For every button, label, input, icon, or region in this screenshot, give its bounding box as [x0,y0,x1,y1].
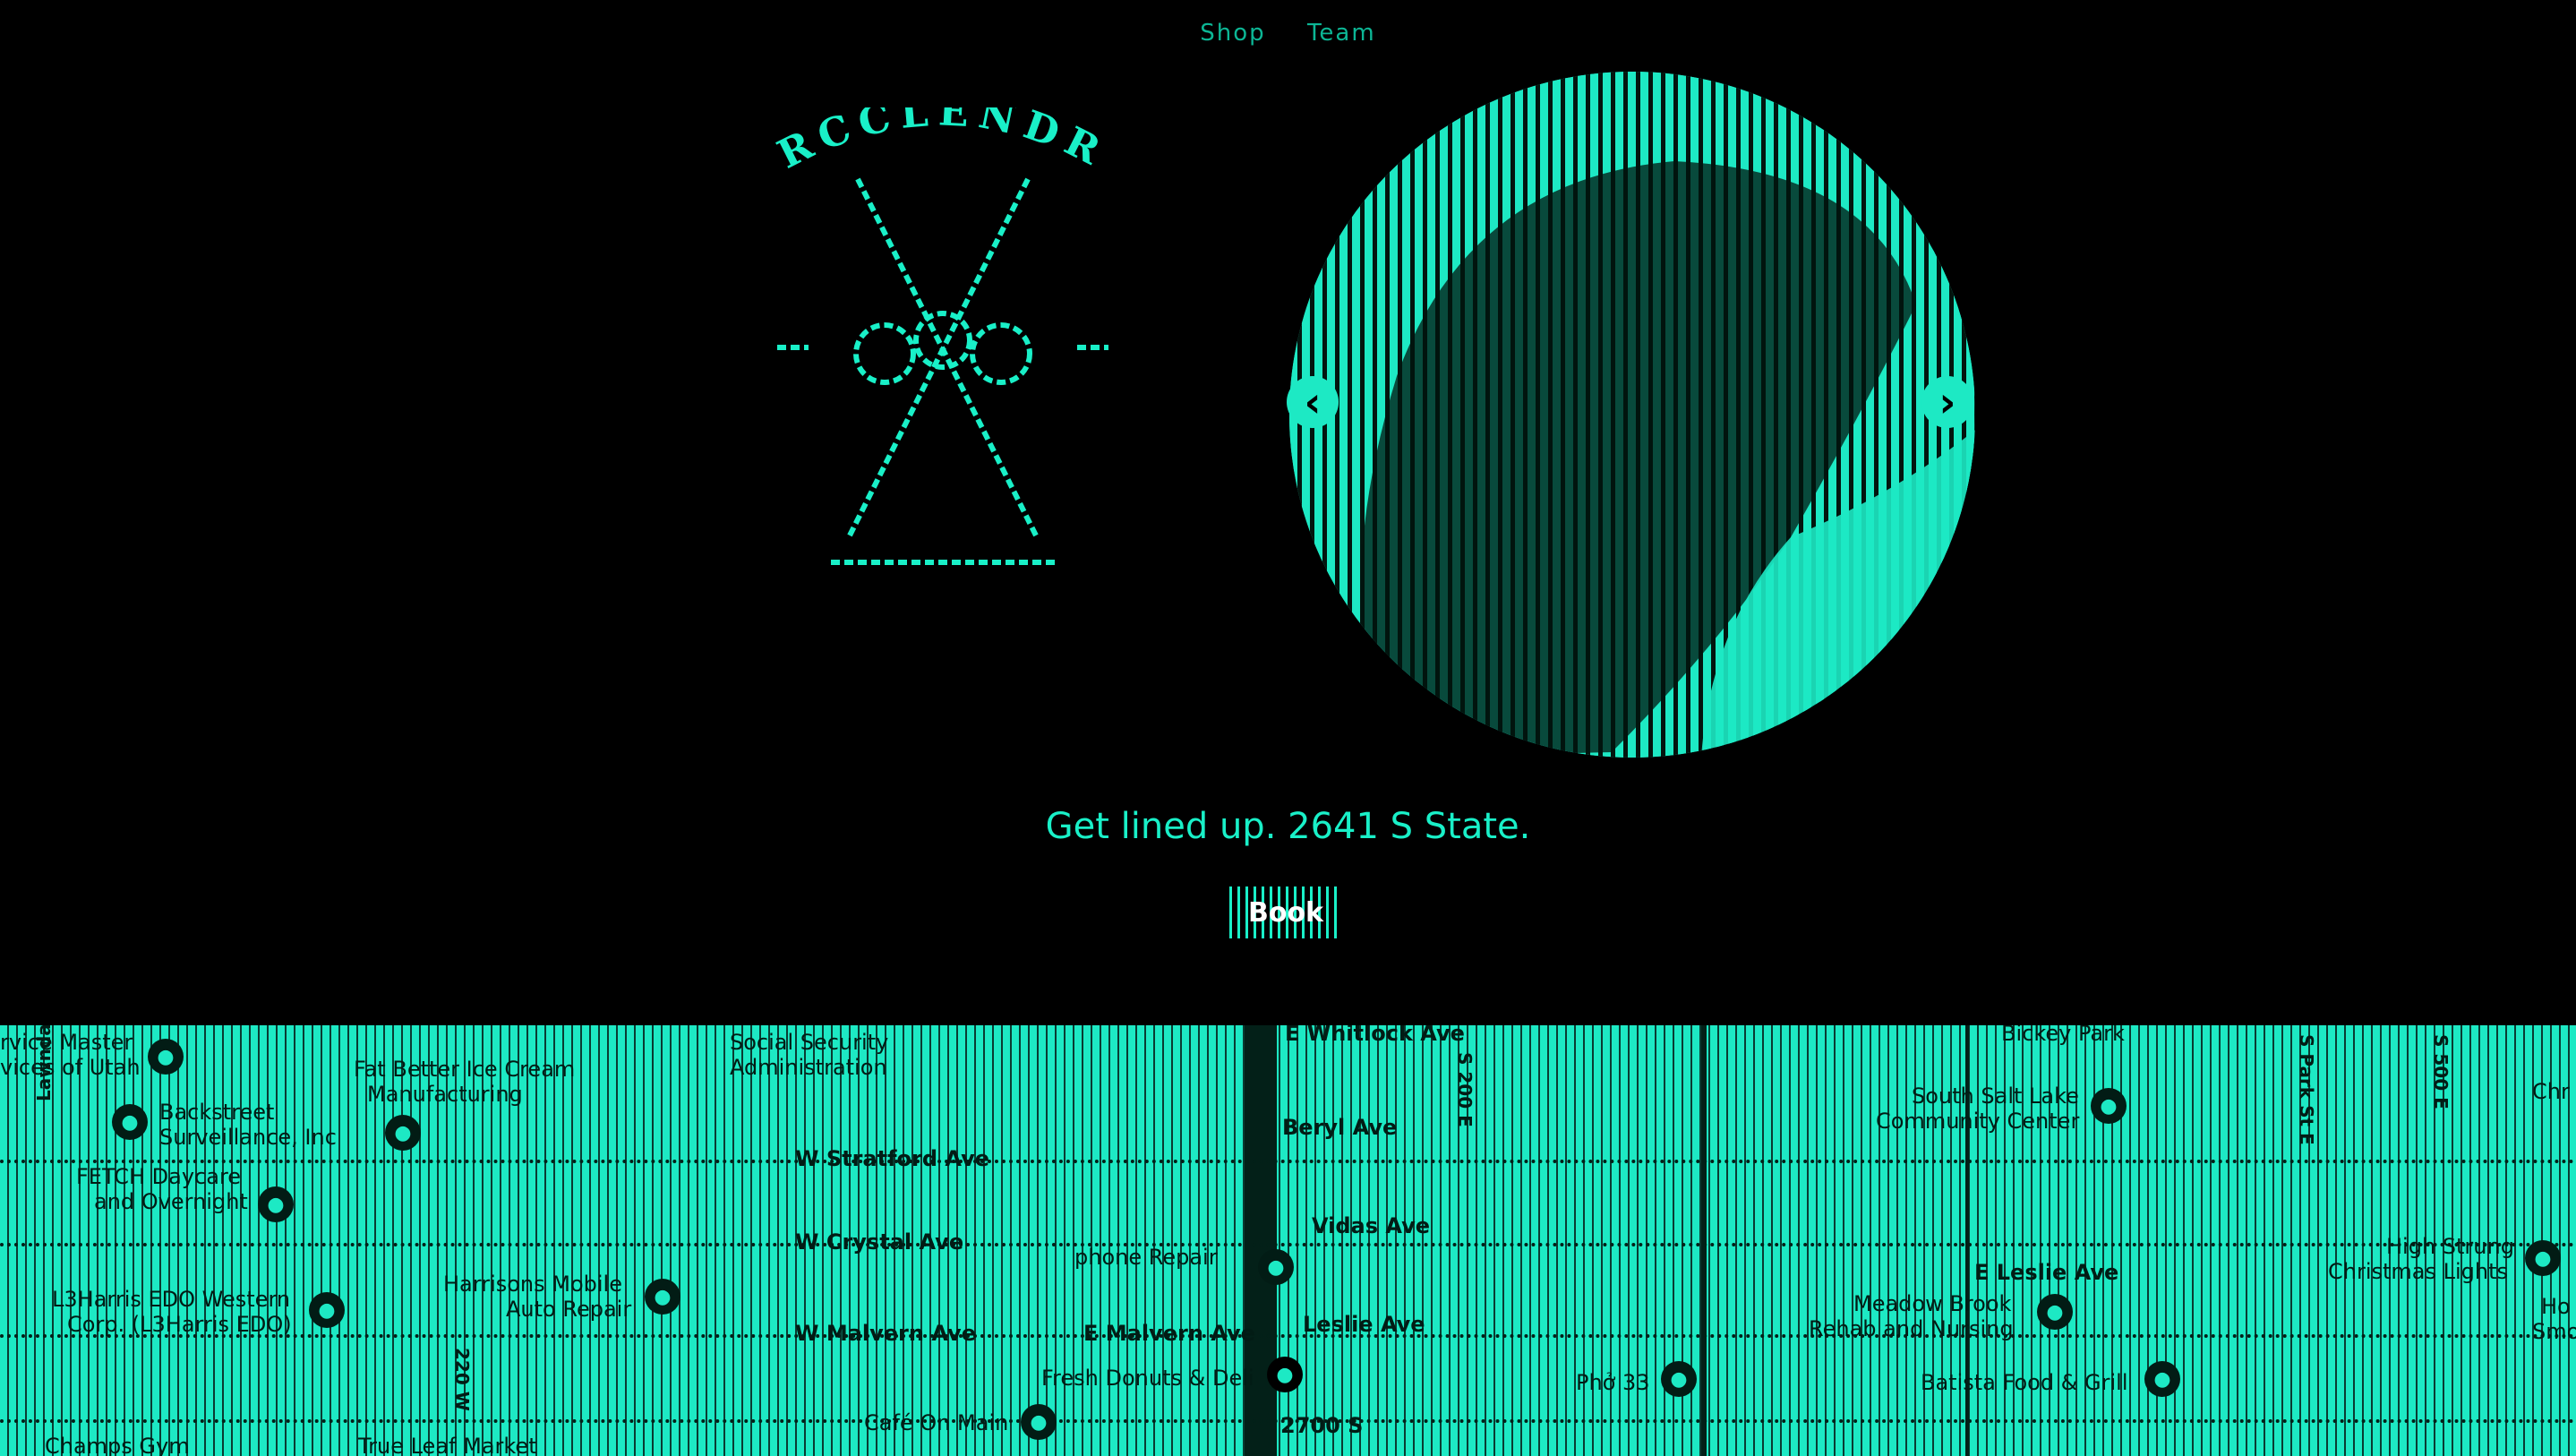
book-button[interactable]: Book [1229,886,1342,938]
map-label: rvice Master [0,1030,133,1055]
map-label: and Overnight [94,1189,248,1214]
street-label: E Whitlock Ave [1285,1025,1465,1046]
map-pin-icon[interactable]: ● [385,1115,421,1151]
map-pin-icon[interactable]: ● [2037,1294,2073,1330]
map-label: Christmas Lights [2328,1259,2509,1284]
map-label: Manufacturing [367,1082,523,1107]
map-pin-icon[interactable]: ● [258,1186,294,1222]
map-label: Chr [2532,1079,2570,1104]
map-pin-icon[interactable]: ● [2091,1088,2127,1124]
map-label: High Strung [2386,1234,2514,1259]
map-label: Phở 33 [1576,1370,1650,1395]
street-label: Lawndale Dr [33,1025,55,1101]
map-label: Ho [2541,1294,2571,1319]
street-label: Leslie Ave [1303,1312,1425,1337]
street-label: W Crystal Ave [795,1229,964,1255]
map-label: FETCH Daycare [76,1164,242,1189]
street-label: Vidas Ave [1312,1213,1431,1238]
map-label: Rehab and Nursing [1809,1316,2014,1341]
map-pin-icon[interactable]: ● [645,1279,680,1315]
map-pin-icon[interactable]: ● [112,1104,148,1140]
map-label: vices of Utah [0,1055,141,1080]
map-label: Fresh Donuts & Deli [1041,1366,1254,1391]
map-label: Social Security [730,1030,889,1055]
nav-link-shop[interactable]: Shop [1200,20,1265,47]
street-label: 2700 S [1280,1413,1364,1438]
map-label: Corp. (L3Harris EDO) [67,1312,292,1337]
map-pin-icon[interactable]: ● [309,1292,345,1328]
logo-text: RCCLENDR [771,107,1107,178]
street-label: E Malvern Ave [1083,1321,1255,1346]
map-pin-icon[interactable]: ● [2525,1240,2561,1276]
carousel-prev-button[interactable]: ‹ [1287,376,1339,428]
photo-carousel[interactable] [1289,72,1975,758]
top-nav: Shop Team [0,20,2576,47]
map-label: South Salt Lake [1912,1083,2079,1109]
map-label: Bickey Park [2001,1025,2125,1046]
state-street [1245,1025,1277,1456]
nav-link-team[interactable]: Team [1307,20,1376,47]
map-label: Meadow Brook [1853,1291,2012,1316]
street-label: E Leslie Ave [1974,1260,2119,1285]
street-label: S 200 E [1454,1052,1476,1127]
map-pin-icon[interactable]: ● [2144,1361,2180,1397]
map-label: Harrisons Mobile [443,1272,622,1297]
street-label: W Malvern Ave [795,1321,976,1346]
carousel-next-button[interactable]: › [1921,376,1973,428]
barbershop-logo: RCCLENDR [771,107,1116,565]
map-label: phone Repair [1074,1245,1218,1270]
map-label: Surveillance, Inc [159,1125,337,1150]
map-label: Auto Repair [506,1297,632,1322]
map-pin-icon[interactable]: ● [1258,1249,1294,1285]
map-pin-icon[interactable]: ● [1021,1404,1057,1440]
street-label: S Park St E [2296,1034,2317,1145]
map-label: Smo [2532,1319,2576,1344]
photo-silhouette [1361,161,1975,758]
tagline: Get lined up. 2641 S State. [1045,806,1531,847]
map-label: Champs Gym [45,1434,190,1456]
street-label: S 500 E [2430,1034,2452,1109]
map-label: Community Center [1876,1109,2080,1134]
map-label: L3Harris EDO Western [52,1287,291,1312]
location-map[interactable]: rvice Master vices of Utah Backstreet Su… [0,1025,2576,1456]
map-label: Backstreet [159,1100,275,1125]
street-label: Beryl Ave [1282,1115,1398,1140]
svg-text:RCCLENDR: RCCLENDR [771,107,1116,178]
map-label: Administration [730,1055,887,1080]
map-label: Batista Food & Grill [1921,1370,2128,1395]
map-label: Fat Better Ice Cream [354,1057,576,1082]
street-label: 220 W [451,1348,473,1411]
location-marker-icon[interactable]: ● [1267,1357,1303,1392]
map-label: Café On Main [864,1410,1009,1435]
map-pin-icon[interactable]: ● [148,1039,184,1075]
street-label: W Stratford Ave [795,1146,990,1171]
map-pin-icon[interactable]: ● [1661,1361,1697,1397]
map-label: True Leaf Market [358,1434,537,1456]
